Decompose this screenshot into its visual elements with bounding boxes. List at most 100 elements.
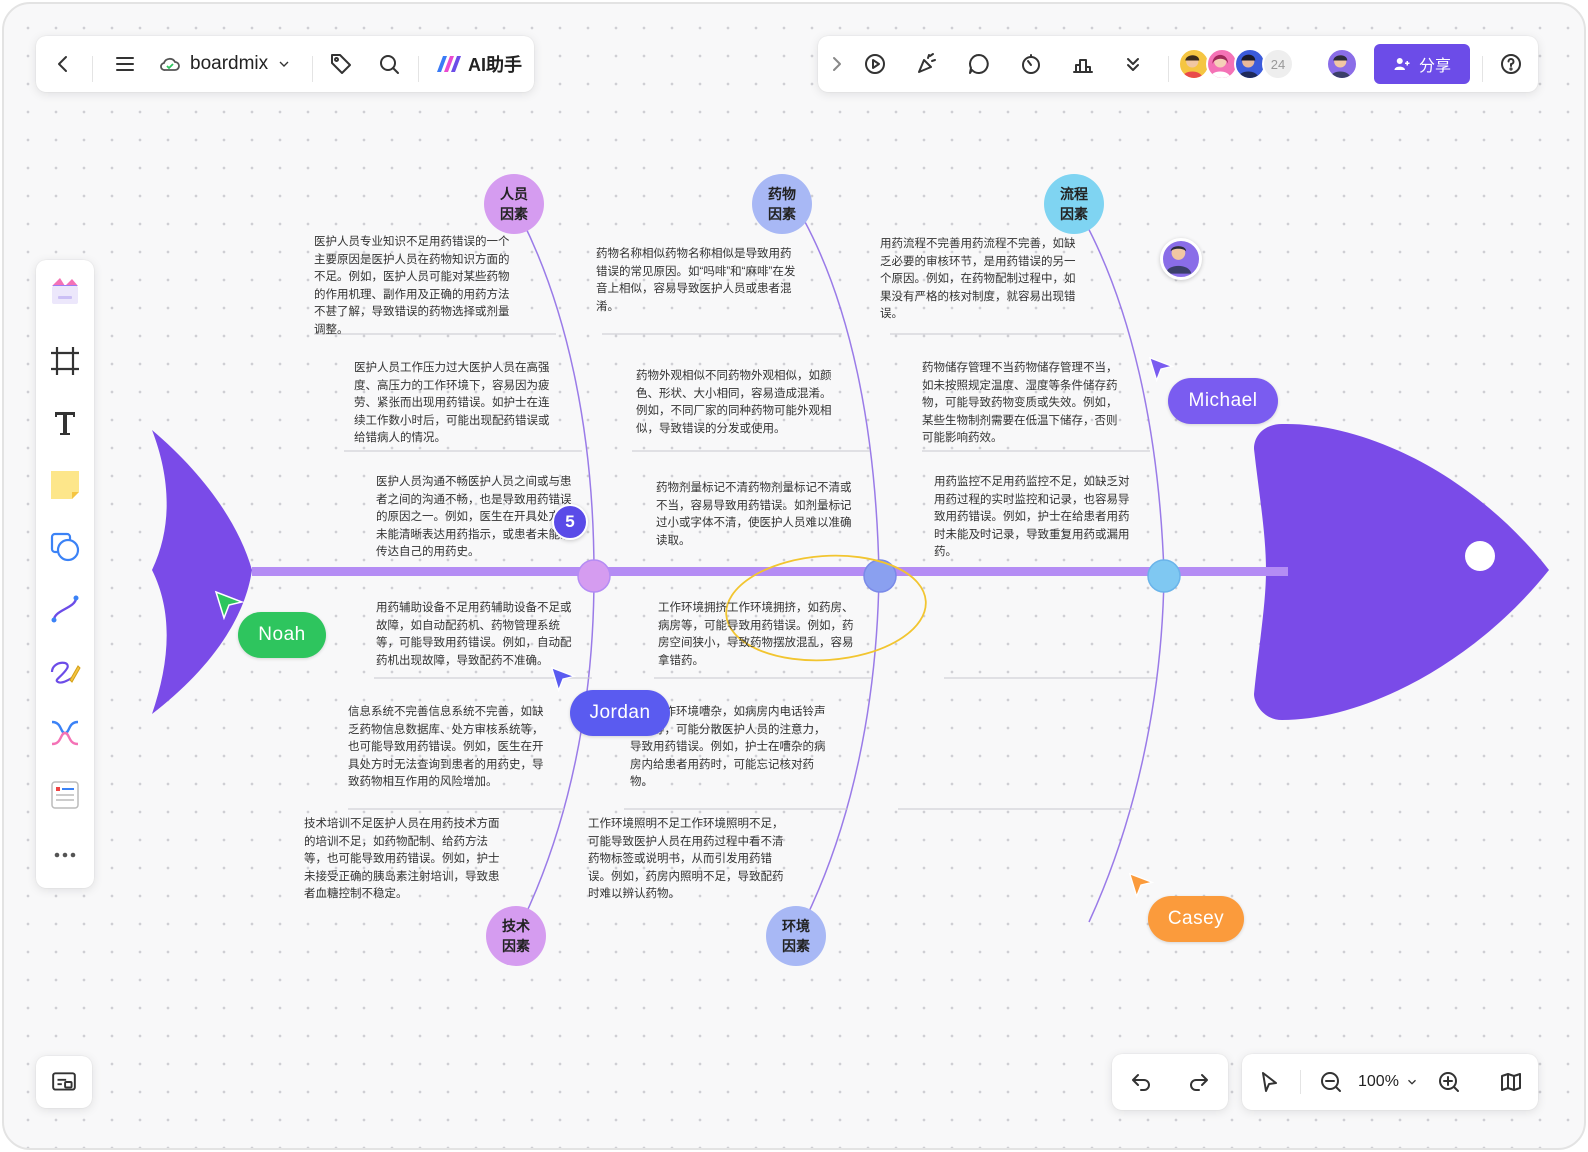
cause-text[interactable]: 药物名称相似药物名称相似是导致用药错误的常见原因。如“吗啡”和“麻啡”在发音上相… <box>596 246 796 316</box>
chevron-right-icon <box>833 57 841 71</box>
cause-text[interactable]: 技术培训不足医护人员在用药技术方面的培训不足，如药物配制、给药方法等，也可能导致… <box>304 816 504 904</box>
junction-process <box>1147 559 1181 593</box>
search-icon <box>380 55 399 74</box>
connector-tool[interactable] <box>44 588 86 630</box>
top-left-toolbar: boardmix AI助手 <box>36 36 534 92</box>
canvas[interactable]: 人员因素 药物因素 流程因素 技术因素 环境因素 医护人员专业知识不足用药错误的… <box>2 2 1586 1150</box>
category-process-node[interactable]: 流程因素 <box>1044 174 1104 234</box>
tag-button[interactable] <box>322 45 360 83</box>
connector-icon <box>51 595 79 623</box>
more-tools-button[interactable] <box>1114 45 1152 83</box>
celebrate-button[interactable] <box>908 45 946 83</box>
fish-eye <box>1465 541 1495 571</box>
hamburger-icon <box>116 57 134 71</box>
current-user-avatar[interactable] <box>1326 48 1358 80</box>
cause-text[interactable]: 医护人员工作压力过大医护人员在高强度、高压力的工作环境下，容易因为疲劳、紧张而出… <box>354 360 554 448</box>
zoom-level-dropdown[interactable]: 100% <box>1358 1063 1419 1101</box>
junction-people <box>577 559 611 593</box>
map-icon <box>1501 1073 1521 1091</box>
redo-icon <box>1190 1074 1208 1091</box>
add-user-icon <box>1394 58 1410 70</box>
pointer-icon <box>1262 1072 1277 1092</box>
chevron-down-icon <box>279 61 289 67</box>
cause-text[interactable]: 医护人员沟通不畅医护人员之间或与患者之间的沟通不畅，也是导致用药错误的原因之一。… <box>376 474 576 562</box>
board-name-dropdown[interactable]: boardmix <box>158 45 292 83</box>
text-icon <box>55 412 75 435</box>
sticky-note-tool[interactable] <box>44 464 86 506</box>
search-button[interactable] <box>370 45 408 83</box>
category-tech-node[interactable]: 技术因素 <box>486 906 546 966</box>
cause-text[interactable]: 工作环境拥挤工作环境拥挤，如药房、病房等，可能导致用药错误。例如，药房空间狭小，… <box>658 600 858 670</box>
templates-icon <box>52 278 78 304</box>
help-button[interactable] <box>1492 45 1530 83</box>
timer-button[interactable] <box>1012 45 1050 83</box>
table-tool[interactable] <box>44 774 86 816</box>
zoom-level: 100% <box>1358 1073 1399 1090</box>
mind-map-tool[interactable] <box>44 712 86 754</box>
play-icon <box>865 54 885 74</box>
cause-text[interactable]: 工作环境照明不足工作环境照明不足，可能导致医护人员在用药过程中看不清药物标签或说… <box>588 816 788 904</box>
map-view-button[interactable] <box>1492 1063 1530 1101</box>
shape-icon <box>50 532 80 562</box>
category-drug-node[interactable]: 药物因素 <box>752 174 812 234</box>
comment-count-badge[interactable]: 5 <box>552 504 588 540</box>
left-tool-palette <box>36 260 94 888</box>
cursor-arrow-icon <box>1128 872 1154 898</box>
category-env-node[interactable]: 环境因素 <box>766 906 826 966</box>
collaborator-count[interactable]: 24 <box>1262 48 1294 80</box>
top-right-toolbar: 24 分享 <box>818 36 1538 92</box>
rib-right <box>1088 575 1165 923</box>
view-controls: 100% <box>1242 1054 1538 1110</box>
present-button[interactable] <box>856 45 894 83</box>
zoom-in-button[interactable] <box>1430 1063 1468 1101</box>
vote-button[interactable] <box>1064 45 1102 83</box>
cause-text[interactable]: 药物储存管理不当药物储存管理不当，如未按照规定温度、湿度等条件储存药物，可能导致… <box>922 360 1122 448</box>
text-tool[interactable] <box>44 402 86 444</box>
canvas-user-avatar[interactable] <box>1160 238 1202 280</box>
pen-tool[interactable] <box>44 650 86 692</box>
party-popper-icon <box>918 53 936 73</box>
more-tools-button[interactable] <box>44 834 86 876</box>
cause-text[interactable]: 医护人员专业知识不足用药错误的一个主要原因是医护人员在药物知识方面的不足。例如，… <box>314 234 514 339</box>
cursor-label-casey: Casey <box>1148 896 1244 942</box>
share-button[interactable]: 分享 <box>1374 44 1470 84</box>
mind-map-icon <box>51 720 79 746</box>
fishbone-diagram <box>152 219 1549 923</box>
zoom-out-button[interactable] <box>1312 1063 1350 1101</box>
cursor-arrow-icon <box>1148 356 1174 382</box>
history-controls <box>1112 1054 1228 1110</box>
chevron-down-icon <box>1407 1079 1416 1085</box>
pen-icon <box>50 661 81 684</box>
menu-button[interactable] <box>106 45 144 83</box>
cause-text[interactable]: 信息系统不完善信息系统不完善，如缺乏药物信息数据库、处方审核系统等，也可能导致用… <box>348 704 548 792</box>
back-button[interactable] <box>44 45 82 83</box>
zoom-out-icon <box>1321 1072 1341 1092</box>
redo-button[interactable] <box>1180 1063 1218 1101</box>
cause-text[interactable]: 用药辅助设备不足用药辅助设备不足或故障，如自动配药机、药物管理系统等，可能导致用… <box>376 600 576 670</box>
fish-tail <box>152 430 252 714</box>
comment-icon <box>969 54 989 74</box>
cause-text[interactable]: 用药流程不完善用药流程不完善，如缺乏必要的审核环节，是用药错误的另一个原因。例如… <box>880 236 1080 324</box>
comment-button[interactable] <box>960 45 998 83</box>
ai-assistant-button[interactable]: AI助手 <box>436 45 522 83</box>
cursor-label-noah: Noah <box>238 612 326 658</box>
cause-text[interactable]: 药物剂量标记不清药物剂量标记不清或不当，容易导致用药错误。如剂量标记过小或字体不… <box>656 480 856 550</box>
cursor-arrow-icon <box>550 666 576 692</box>
share-label: 分享 <box>1418 58 1451 75</box>
category-people-node[interactable]: 人员因素 <box>484 174 544 234</box>
minimap-toggle[interactable] <box>36 1056 92 1108</box>
shape-tool[interactable] <box>44 526 86 568</box>
undo-icon <box>1132 1074 1150 1091</box>
undo-button[interactable] <box>1122 1063 1160 1101</box>
list-card-icon <box>51 781 79 809</box>
select-button[interactable] <box>1250 1063 1288 1101</box>
frame-tool[interactable] <box>44 340 86 382</box>
collapse-toolbar-button[interactable] <box>818 45 856 83</box>
cause-text[interactable]: 药物外观相似不同药物外观相似，如颜色、形状、大小相同，容易造成混淆。例如，不同厂… <box>636 368 836 438</box>
cause-text[interactable]: 用药监控不足用药监控不足，如缺乏对用药过程的实时监控和记录，也容易导致用药错误。… <box>934 474 1134 562</box>
cursor-label-jordan: Jordan <box>570 690 670 736</box>
double-chevron-down-icon <box>1127 58 1139 71</box>
tag-icon <box>331 54 351 74</box>
ai-logo-icon <box>437 56 461 72</box>
templates-tool[interactable] <box>44 270 86 312</box>
